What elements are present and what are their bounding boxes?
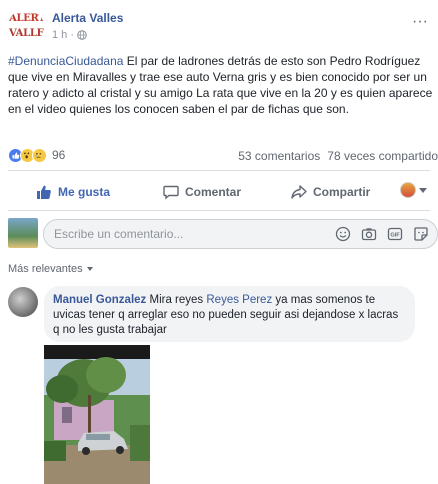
- emoji-icon[interactable]: [335, 226, 351, 242]
- like-button[interactable]: Me gusta: [36, 184, 110, 200]
- share-button[interactable]: Compartir: [291, 184, 370, 200]
- post-actions: Me gusta Comentar Compartir: [8, 176, 438, 208]
- share-label: Compartir: [313, 185, 371, 199]
- comment-mention[interactable]: Reyes Perez: [206, 294, 272, 306]
- globe-icon: [77, 30, 87, 40]
- comment-author[interactable]: Manuel Gonzalez: [53, 294, 146, 306]
- hashtag-link[interactable]: #DenunciaCiudadana: [8, 54, 123, 68]
- page-name[interactable]: Alerta Valles: [52, 11, 123, 25]
- comment-button[interactable]: Comentar: [163, 184, 241, 200]
- like-label: Me gusta: [58, 185, 111, 199]
- reactions-summary[interactable]: 96: [8, 146, 65, 164]
- gif-icon[interactable]: GIF: [387, 226, 403, 242]
- comment-composer: GIF: [8, 218, 438, 250]
- divider: [8, 210, 430, 211]
- shares-count[interactable]: 78 veces compartido: [327, 149, 438, 163]
- comment-text-start: Mira reyes: [146, 294, 207, 306]
- logo-line-2: VALLES: [9, 28, 44, 39]
- sad-reaction-icon: [32, 147, 47, 163]
- composer-icons: GIF: [335, 226, 429, 242]
- caret-down-icon: [86, 267, 93, 271]
- caret-down-icon: [419, 187, 427, 193]
- comment-sort-dropdown[interactable]: Más relevantes: [8, 263, 93, 275]
- comment-author-avatar[interactable]: [8, 287, 38, 317]
- page-logo[interactable]: ALERTA VALLES: [8, 9, 44, 45]
- comment-label: Comentar: [185, 185, 242, 199]
- page-avatar: [400, 182, 416, 198]
- comment-icon: [163, 185, 179, 200]
- comment-input-wrapper[interactable]: GIF: [43, 219, 438, 249]
- share-icon: [291, 185, 307, 199]
- engagement-counts: 53 comentarios 78 veces compartido: [238, 149, 438, 163]
- sort-label: Más relevantes: [8, 263, 83, 275]
- divider: [8, 170, 430, 171]
- commenter-avatar: [8, 218, 38, 248]
- comment-input[interactable]: [54, 227, 314, 241]
- like-icon: [37, 185, 51, 199]
- post-text: #DenunciaCiudadana El par de ladrones de…: [8, 53, 436, 117]
- logo-line-1: ALERTA: [9, 13, 44, 24]
- camera-icon[interactable]: [361, 226, 377, 242]
- sticker-icon[interactable]: [413, 226, 429, 242]
- comments-count[interactable]: 53 comentarios: [238, 149, 320, 163]
- reaction-as-selector[interactable]: [400, 182, 427, 198]
- post-time[interactable]: 1 h ·: [52, 29, 74, 41]
- reaction-count: 96: [52, 148, 66, 162]
- post-header: ALERTA VALLES Alerta Valles 1 h · ···: [8, 9, 430, 45]
- comment-photo[interactable]: [44, 345, 150, 484]
- svg-text:GIF: GIF: [390, 233, 400, 239]
- post-meta: 1 h ·: [52, 29, 87, 41]
- more-icon[interactable]: ···: [412, 13, 428, 31]
- comment-bubble: Manuel Gonzalez Mira reyes Reyes Perez y…: [44, 286, 415, 342]
- comment-photo-image: [44, 345, 150, 484]
